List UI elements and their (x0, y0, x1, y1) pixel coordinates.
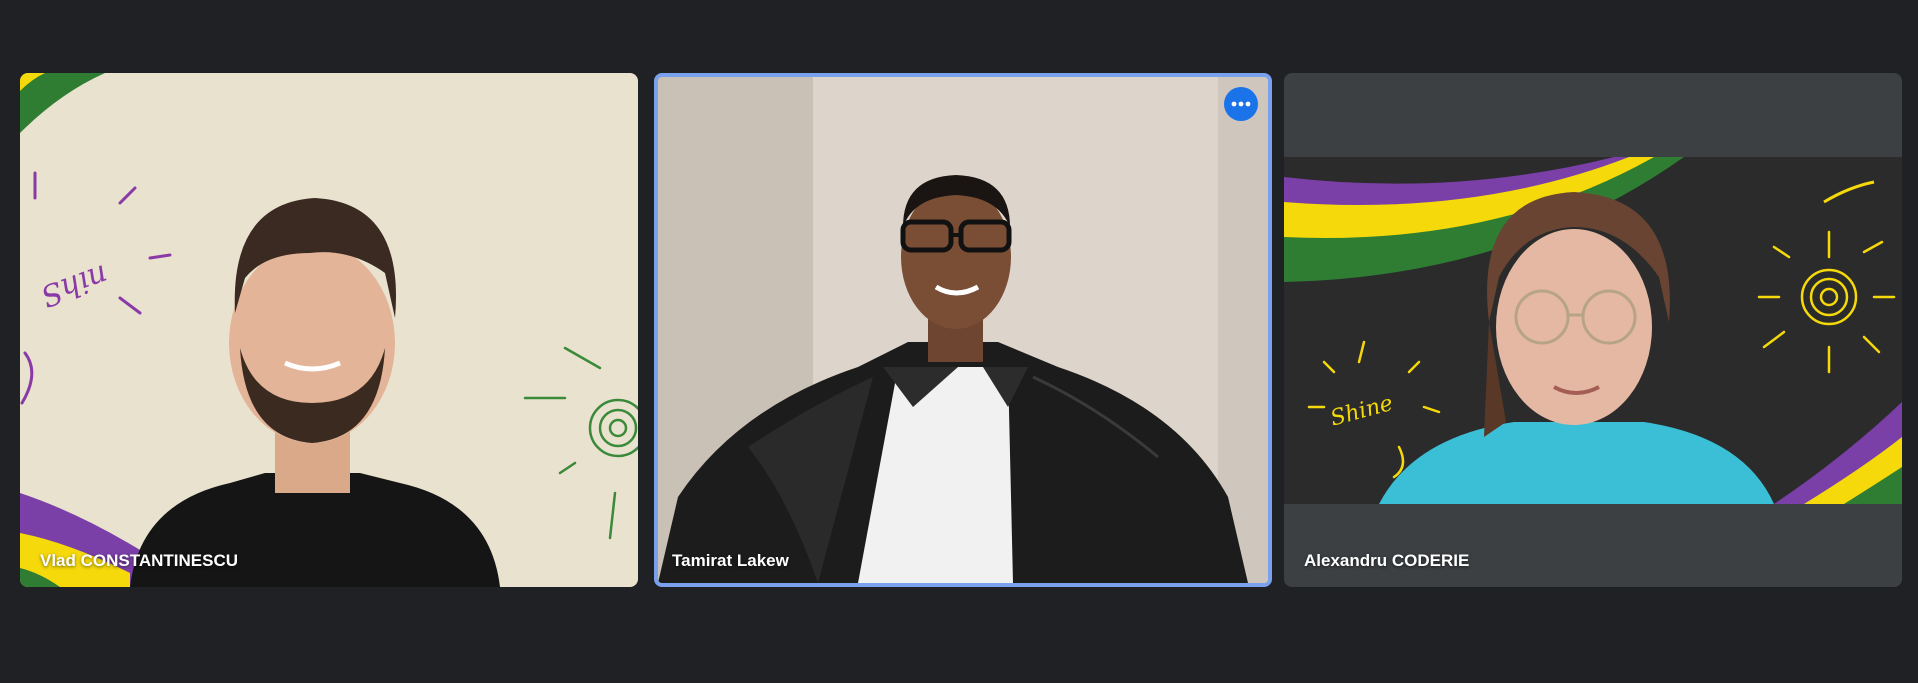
meeting-grid: nihS Vlad CONSTANTINESCU Tamirat Lakew S… (0, 0, 1918, 683)
participant-video (658, 77, 1268, 583)
participant-name: Vlad CONSTANTINESCU (40, 551, 239, 570)
more-options-button[interactable] (1224, 87, 1258, 121)
participant-name: Tamirat Lakew (672, 551, 789, 570)
participant-name: Alexandru CODERIE (1304, 551, 1470, 570)
participant-video: nihS (20, 73, 638, 587)
participant-tile-tamirat[interactable]: Tamirat Lakew (654, 73, 1272, 587)
more-horizontal-icon (1231, 101, 1251, 107)
participant-tile-vlad[interactable]: nihS Vlad CONSTANTINESCU (20, 73, 638, 587)
participant-video: Shine (1284, 157, 1902, 504)
participant-tile-alexandru[interactable]: Shine Alexandru CODERIE (1284, 73, 1902, 587)
